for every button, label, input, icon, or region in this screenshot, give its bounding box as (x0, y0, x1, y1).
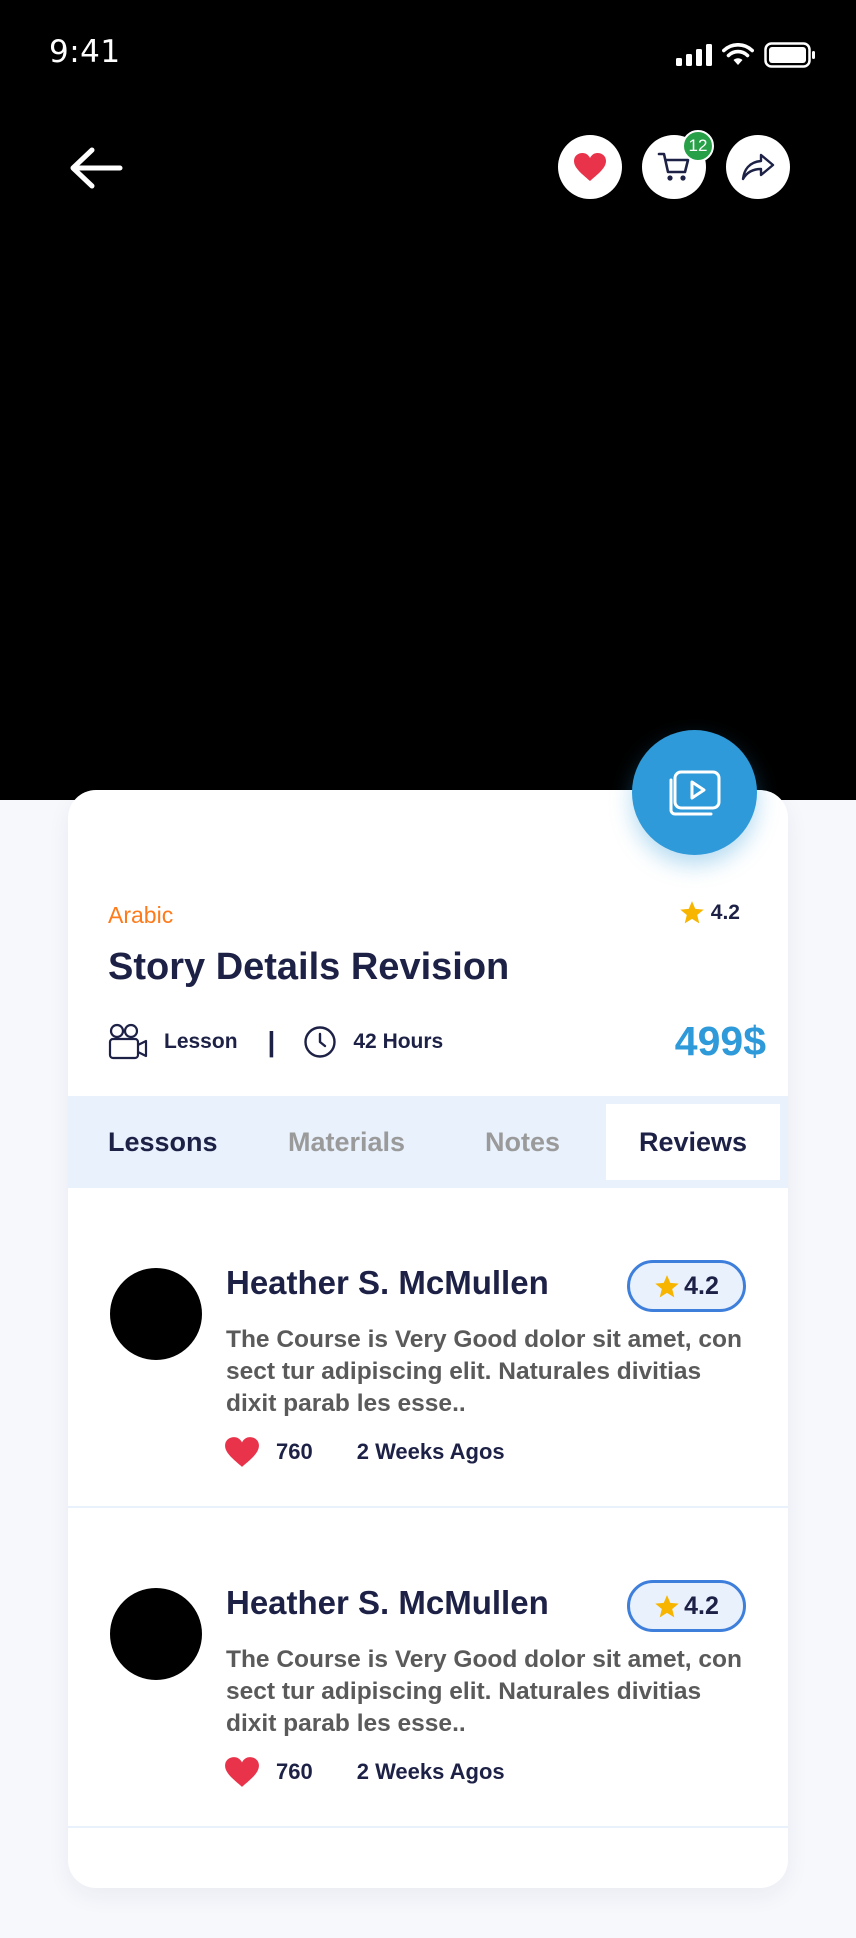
arrow-left-icon (70, 147, 123, 189)
back-button[interactable] (66, 140, 126, 196)
status-icons (676, 40, 816, 70)
reviewer-name: Heather S. McMullen (226, 1584, 549, 1621)
like-button[interactable]: 760 (224, 1756, 313, 1788)
review-rating-badge: 4.2 (627, 1260, 746, 1312)
tab-materials-label: Materials (288, 1126, 406, 1157)
reviewer-avatar (110, 1268, 202, 1360)
review-text: The Course is Very Good dolor sit amet, … (226, 1646, 742, 1737)
play-video-button[interactable] (632, 730, 757, 855)
tab-lessons[interactable]: Lessons (108, 1096, 218, 1188)
tab-reviews-label: Reviews (638, 1126, 748, 1157)
share-button[interactable] (726, 135, 790, 199)
review-footer: 760 2 Weeks Agos (224, 1432, 505, 1472)
course-type: Lesson (108, 1023, 238, 1061)
course-price: 499$ (674, 1018, 766, 1064)
course-video-hero (0, 0, 856, 800)
review-item: Heather S. McMullen 4.2 The Course is Ve… (68, 1188, 788, 1508)
video-camera-icon (108, 1023, 148, 1060)
review-time: 2 Weeks Agos (356, 1439, 505, 1464)
cart-count-badge: 12 (682, 130, 714, 162)
wifi-icon (722, 43, 754, 65)
status-time: 9:41 (49, 34, 121, 70)
heart-icon (574, 153, 606, 181)
course-rating-value: 4.2 (710, 900, 740, 924)
course-type-label: Lesson (164, 1030, 238, 1053)
heart-icon (225, 1437, 259, 1467)
review-footer: 760 2 Weeks Agos (224, 1752, 505, 1792)
clock-icon (304, 1026, 337, 1058)
course-duration-label: 42 Hours (353, 1030, 444, 1053)
review-rating-badge: 4.2 (627, 1580, 746, 1632)
like-button[interactable]: 760 (224, 1436, 313, 1468)
tab-reviews[interactable]: Reviews (606, 1104, 780, 1180)
like-count: 760 (276, 1439, 313, 1464)
share-icon (741, 153, 775, 181)
course-rating: 4.2 (679, 900, 740, 925)
star-icon (655, 1594, 679, 1617)
review-time: 2 Weeks Agos (356, 1759, 505, 1784)
cart-button[interactable]: 12 (642, 130, 714, 199)
course-details-card: Arabic 4.2 Story Details Revision Lesson… (68, 790, 788, 1888)
tab-notes[interactable]: Notes (485, 1096, 560, 1188)
star-icon (680, 901, 704, 924)
course-category: Arabic (108, 902, 174, 928)
course-meta: Lesson | 42 Hours (108, 1020, 443, 1064)
meta-separator: | (267, 1026, 276, 1057)
signal-icon (676, 44, 712, 66)
reviewer-avatar (110, 1588, 202, 1680)
review-item: Heather S. McMullen 4.2 The Course is Ve… (68, 1508, 788, 1828)
star-icon (655, 1274, 679, 1297)
battery-icon (764, 42, 815, 68)
review-rating-value: 4.2 (684, 1271, 719, 1300)
course-title: Story Details Revision (108, 946, 510, 988)
status-bar: 9:41 (0, 0, 856, 100)
review-rating-value: 4.2 (684, 1591, 719, 1620)
favorite-button[interactable] (558, 135, 622, 199)
tab-lessons-label: Lessons (108, 1126, 218, 1157)
heart-icon (225, 1757, 259, 1787)
review-text: The Course is Very Good dolor sit amet, … (226, 1326, 742, 1417)
tab-materials[interactable]: Materials (288, 1096, 405, 1188)
reviewer-name: Heather S. McMullen (226, 1264, 549, 1301)
play-icon (669, 770, 720, 815)
like-count: 760 (276, 1759, 313, 1784)
tab-notes-label: Notes (485, 1126, 561, 1157)
course-duration: 42 Hours (303, 1025, 443, 1059)
course-tabs: Lessons Materials Notes Reviews (68, 1096, 788, 1188)
